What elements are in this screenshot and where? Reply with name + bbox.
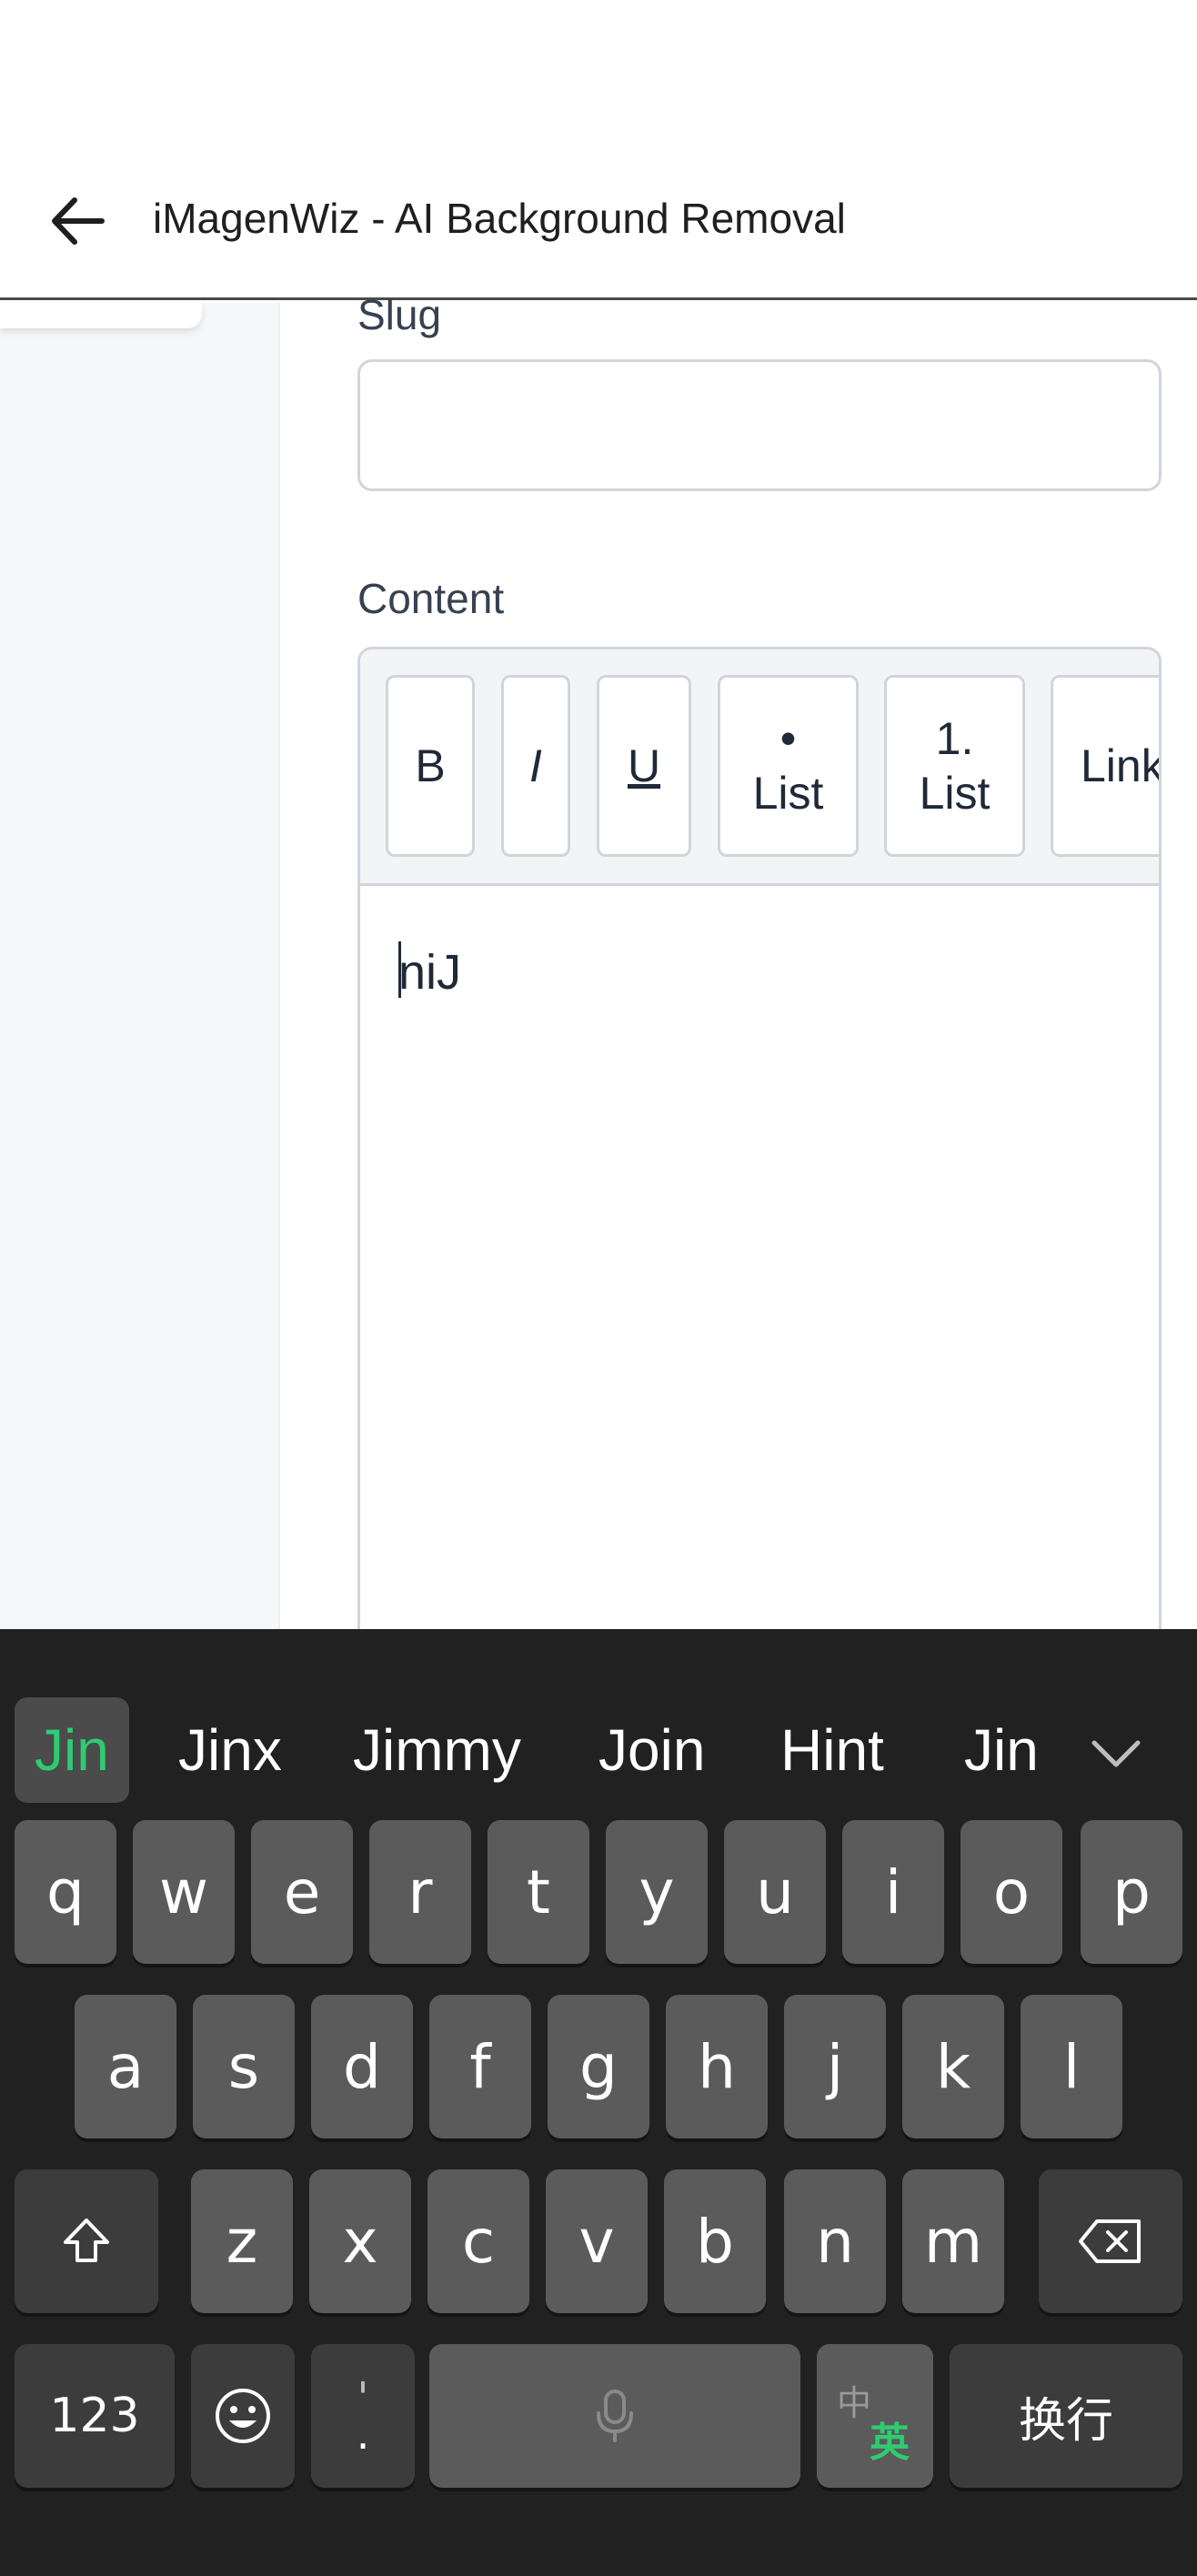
enter-key[interactable]: 换行 [950, 2344, 1182, 2488]
key-l[interactable]: l [1021, 1995, 1122, 2138]
key-y[interactable]: y [606, 1820, 708, 1964]
slug-label: Slug [357, 291, 442, 338]
suggestion-2[interactable]: Jinx [178, 1697, 282, 1803]
content-label: Content [357, 575, 505, 622]
key-h[interactable]: h [666, 1995, 768, 2138]
key-m[interactable]: m [902, 2169, 1004, 2313]
key-n[interactable]: n [784, 2169, 886, 2313]
key-w[interactable]: w [133, 1820, 235, 1964]
suggestion-3[interactable]: Jimmy [353, 1697, 521, 1803]
rich-text-editor: B I U • List 1. List Link niJ [357, 647, 1162, 1665]
soft-keyboard: Jin Jinx Jimmy Join Hint Jin q w e r t y… [0, 1629, 1197, 2576]
space-key[interactable] [429, 2344, 800, 2488]
page-title: iMagenWiz - AI Background Removal [153, 195, 846, 242]
language-secondary: 英 [870, 2420, 910, 2466]
key-d[interactable]: d [311, 1995, 413, 2138]
content-text: niJ [398, 945, 462, 1000]
punctuation-bottom: . [356, 2410, 370, 2459]
underline-button[interactable]: U [597, 675, 691, 857]
bullet-list-label: List [752, 768, 824, 819]
key-i[interactable]: i [842, 1820, 944, 1964]
link-button[interactable]: Link [1051, 675, 1159, 857]
key-c[interactable]: c [428, 2169, 529, 2313]
punctuation-key[interactable]: ' . [311, 2344, 415, 2488]
key-x[interactable]: x [309, 2169, 411, 2313]
collapse-suggestions-button[interactable] [1082, 1720, 1150, 1787]
microphone-icon [597, 2390, 633, 2442]
suggestion-bar: Jin Jinx Jimmy Join Hint Jin [0, 1629, 1197, 1811]
emoji-icon [216, 2389, 270, 2443]
italic-label: I [529, 740, 542, 791]
backspace-icon [1079, 2219, 1141, 2263]
chevron-down-icon [1091, 1740, 1141, 1767]
key-s[interactable]: s [193, 1995, 295, 2138]
language-switch-key[interactable]: 中 英 [817, 2344, 933, 2488]
key-z[interactable]: z [191, 2169, 293, 2313]
bold-button[interactable]: B [386, 675, 475, 857]
key-v[interactable]: v [546, 2169, 648, 2313]
link-label: Link [1081, 740, 1159, 791]
left-panel [0, 303, 280, 1629]
status-bar [0, 0, 1197, 164]
emoji-key[interactable] [191, 2344, 295, 2488]
arrow-left-icon [52, 197, 105, 245]
key-f[interactable]: f [429, 1995, 531, 2138]
key-e[interactable]: e [251, 1820, 353, 1964]
key-q[interactable]: q [15, 1820, 116, 1964]
shift-key[interactable] [15, 2169, 158, 2313]
suggestion-5[interactable]: Hint [780, 1697, 884, 1803]
ordered-list-button[interactable]: 1. List [884, 675, 1025, 857]
italic-button[interactable]: I [501, 675, 570, 857]
ordered-list-label: List [919, 768, 991, 819]
key-o[interactable]: o [961, 1820, 1062, 1964]
suggestion-6[interactable]: Jin [964, 1697, 1041, 1803]
sidebar-card [0, 303, 202, 328]
suggestion-1[interactable]: Jin [15, 1697, 129, 1803]
numbers-key[interactable]: 123 [15, 2344, 175, 2488]
app-bar: iMagenWiz - AI Background Removal [0, 164, 1197, 300]
backspace-key[interactable] [1039, 2169, 1182, 2313]
bold-label: B [415, 740, 446, 791]
underline-label: U [627, 740, 661, 791]
bullet-list-button[interactable]: • List [718, 675, 859, 857]
shift-icon [64, 2219, 109, 2262]
bullet-list-symbol: • [780, 713, 797, 764]
ordered-list-symbol: 1. [935, 713, 974, 764]
suggestion-4[interactable]: Join [598, 1697, 705, 1803]
key-g[interactable]: g [548, 1995, 649, 2138]
content-textarea[interactable]: niJ [398, 936, 461, 1009]
language-primary: 中 [837, 2383, 872, 2423]
key-a[interactable]: a [75, 1995, 176, 2138]
key-p[interactable]: p [1081, 1820, 1182, 1964]
key-r[interactable]: r [369, 1820, 471, 1964]
back-button[interactable] [36, 180, 118, 262]
key-t[interactable]: t [488, 1820, 589, 1964]
key-u[interactable]: u [724, 1820, 826, 1964]
editor-toolbar: B I U • List 1. List Link [360, 649, 1159, 886]
slug-input[interactable] [357, 359, 1162, 491]
key-k[interactable]: k [902, 1995, 1004, 2138]
key-b[interactable]: b [664, 2169, 766, 2313]
key-j[interactable]: j [784, 1995, 886, 2138]
